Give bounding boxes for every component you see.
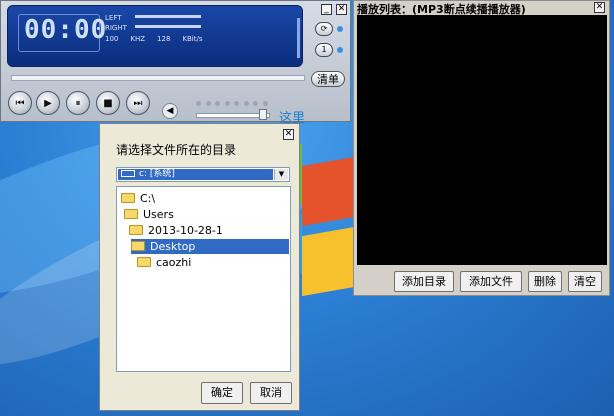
tree-node[interactable]: C:\ [121,191,155,206]
drive-select[interactable]: c: [系统] ▼ [116,167,290,182]
select-directory-dialog: ✕ 请选择文件所在的目录 c: [系统] ▼ C:\ Users 2013-10… [99,123,300,411]
directory-tree[interactable]: C:\ Users 2013-10-28-1 Desktop caozhi [116,186,291,372]
tree-node[interactable]: 2013-10-28-1 [129,223,223,238]
next-button[interactable]: ⏭ [126,91,150,115]
previous-button[interactable]: ⏮ [8,91,32,115]
folder-open-icon [129,225,143,235]
folder-open-icon [131,241,145,251]
folder-open-icon [121,193,135,203]
playlist-window: 播放列表：(MP3断点续播播放器) ✕ 添加目录 添加文件 删除 清空 [353,0,610,296]
folder-open-icon [124,209,138,219]
tree-node[interactable]: Users [124,207,174,222]
add-file-button[interactable]: 添加文件 [460,271,522,292]
ok-button[interactable]: 确定 [201,382,243,404]
tree-node[interactable]: caozhi [137,255,191,270]
order-indicator-icon [337,47,343,53]
left-channel-label: LEFT [105,14,122,22]
play-button[interactable]: ▶ [36,91,60,115]
add-directory-button[interactable]: 添加目录 [394,271,454,292]
player-close-button[interactable]: ✕ [336,4,347,15]
repeat-mode-button[interactable]: ⟳ [315,22,333,36]
playlist-list[interactable] [357,15,607,265]
speaker-icon[interactable]: ◀ [162,103,178,119]
stop-button[interactable]: ■ [96,91,120,115]
folder-icon [137,257,151,267]
tree-node-selected[interactable]: Desktop [131,239,289,254]
drive-value: c: [系统] [139,169,175,179]
minimize-button[interactable]: _ [321,4,332,15]
pause-button[interactable]: ⏸ [66,91,90,115]
dialog-title: 请选择文件所在的目录 [116,143,237,157]
player-display: 00:00 LEFT RIGHT 100 KHZ 128 KBit/s [7,5,303,67]
stream-info: 100 KHZ 128 KBit/s [105,35,203,43]
cancel-button[interactable]: 取消 [250,382,292,404]
left-level-bar [135,15,201,18]
volume-scale [196,101,268,107]
vu-meter [297,18,300,58]
drive-icon [121,170,135,177]
playlist-close-button[interactable]: ✕ [594,2,605,13]
repeat-indicator-icon [337,26,343,32]
clear-button[interactable]: 清空 [568,271,602,292]
chevron-down-icon[interactable]: ▼ [274,169,288,180]
time-display: 00:00 [24,15,108,45]
player-window: 00:00 LEFT RIGHT 100 KHZ 128 KBit/s _ ✕ ⟳ 1… [0,0,351,126]
seek-bar[interactable] [11,75,305,81]
right-channel-label: RIGHT [105,24,127,32]
right-level-bar [135,25,201,28]
playlist-toggle-button[interactable]: 清单 [311,71,345,87]
order-mode-button[interactable]: 1 [315,43,333,57]
dialog-close-button[interactable]: ✕ [283,129,294,140]
volume-slider-thumb[interactable] [259,109,267,120]
delete-button[interactable]: 删除 [528,271,562,292]
